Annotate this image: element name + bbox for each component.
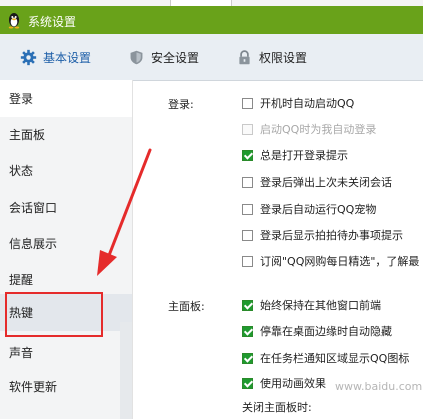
option-auto-hide-dock[interactable]: 停靠在桌面边缘时自动隐藏 bbox=[242, 322, 392, 340]
option-label: 开机时自动启动QQ bbox=[260, 97, 355, 110]
option-auto-login: 启动QQ时为我自动登录 bbox=[242, 120, 376, 138]
sidebar-scrollbar[interactable] bbox=[120, 322, 132, 419]
window-title: 系统设置 bbox=[28, 15, 77, 29]
checkbox bbox=[242, 123, 253, 135]
watermark: www.baidu.com bbox=[335, 380, 423, 393]
sidebar-item-chat-window[interactable]: 会话窗口 bbox=[0, 189, 132, 226]
sidebar-item-label: 信息展示 bbox=[9, 237, 58, 251]
checkbox[interactable] bbox=[242, 377, 253, 389]
option-restore-sessions[interactable]: 登录后弹出上次未关闭会话 bbox=[242, 173, 392, 191]
option-show-login-tip[interactable]: 总是打开登录提示 bbox=[242, 146, 348, 164]
checkbox[interactable] bbox=[242, 203, 253, 215]
checkbox[interactable] bbox=[242, 149, 253, 161]
option-label: 停靠在桌面边缘时自动隐藏 bbox=[260, 325, 392, 338]
qq-penguin-icon bbox=[8, 13, 20, 29]
option-label: 启动QQ时为我自动登录 bbox=[260, 123, 377, 136]
sidebar-item-login[interactable]: 登录 bbox=[0, 80, 132, 117]
title-bar: 系统设置 bbox=[0, 6, 423, 34]
sidebar-item-label: 软件更新 bbox=[9, 380, 58, 394]
checkbox[interactable] bbox=[242, 299, 253, 311]
option-run-qq-pet[interactable]: 登录后自动运行QQ宠物 bbox=[242, 200, 376, 218]
option-label: 订阅"QQ网购每日精选"，了解最 bbox=[260, 255, 420, 268]
settings-tab-bar: 基本设置 安全设置 权限设置 bbox=[0, 34, 423, 81]
main-panel-section-label: 主面板: bbox=[168, 300, 205, 313]
checkbox[interactable] bbox=[242, 97, 253, 109]
tab-basic-settings[interactable]: 基本设置 bbox=[20, 34, 91, 80]
sidebar-item-sound[interactable]: 声音 bbox=[0, 334, 132, 371]
sidebar-item-label: 登录 bbox=[9, 92, 34, 106]
sidebar-item-label: 提醒 bbox=[9, 273, 34, 287]
option-label: 总是打开登录提示 bbox=[260, 149, 348, 162]
option-label: 始终保持在其他窗口前端 bbox=[260, 299, 381, 312]
close-main-panel-label: 关闭主面板时: bbox=[242, 401, 312, 414]
sidebar-item-label: 声音 bbox=[9, 346, 34, 360]
option-tray-icon[interactable]: 在任务栏通知区域显示QQ图标 bbox=[242, 349, 409, 367]
shield-icon bbox=[130, 50, 143, 64]
tab-security-settings-label: 安全设置 bbox=[151, 50, 200, 65]
option-label: 使用动画效果 bbox=[260, 377, 326, 390]
sidebar-item-main-panel[interactable]: 主面板 bbox=[0, 116, 132, 153]
option-label: 登录后显示拍拍待办事项提示 bbox=[260, 229, 403, 242]
checkbox[interactable] bbox=[242, 325, 253, 337]
sidebar-item-label: 会话窗口 bbox=[9, 201, 58, 215]
option-label: 登录后弹出上次未关闭会话 bbox=[260, 176, 392, 189]
option-animation[interactable]: 使用动画效果 bbox=[242, 374, 326, 392]
option-subscribe-shopping[interactable]: 订阅"QQ网购每日精选"，了解最 bbox=[242, 252, 419, 270]
checkbox[interactable] bbox=[242, 176, 253, 188]
tab-security-settings[interactable]: 安全设置 bbox=[128, 34, 199, 80]
gear-icon bbox=[20, 49, 37, 65]
annotation-highlight-box bbox=[5, 292, 103, 337]
sidebar-item-label: 主面板 bbox=[9, 128, 46, 142]
sidebar-item-software-update[interactable]: 软件更新 bbox=[0, 368, 132, 405]
sidebar-item-label: 状态 bbox=[9, 164, 34, 178]
option-always-on-top[interactable]: 始终保持在其他窗口前端 bbox=[242, 296, 381, 314]
checkbox[interactable] bbox=[242, 255, 253, 267]
checkbox[interactable] bbox=[242, 352, 253, 364]
tab-basic-settings-label: 基本设置 bbox=[43, 50, 92, 65]
login-section-label: 登录: bbox=[168, 98, 194, 111]
tab-permission-settings[interactable]: 权限设置 bbox=[236, 34, 307, 80]
checkbox[interactable] bbox=[242, 229, 253, 241]
tab-permission-settings-label: 权限设置 bbox=[259, 50, 308, 65]
sidebar-item-status[interactable]: 状态 bbox=[0, 152, 132, 189]
option-auto-start-qq[interactable]: 开机时自动启动QQ bbox=[242, 94, 354, 112]
option-label: 登录后自动运行QQ宠物 bbox=[260, 203, 377, 216]
lock-icon bbox=[239, 49, 250, 64]
option-paipai-todo[interactable]: 登录后显示拍拍待办事项提示 bbox=[242, 226, 403, 244]
sidebar-item-info-display[interactable]: 信息展示 bbox=[0, 225, 132, 262]
option-label: 在任务栏通知区域显示QQ图标 bbox=[260, 352, 410, 365]
settings-sidebar: 登录 主面板 状态 会话窗口 信息展示 提醒 热键 声音 软件更新 bbox=[0, 80, 133, 419]
